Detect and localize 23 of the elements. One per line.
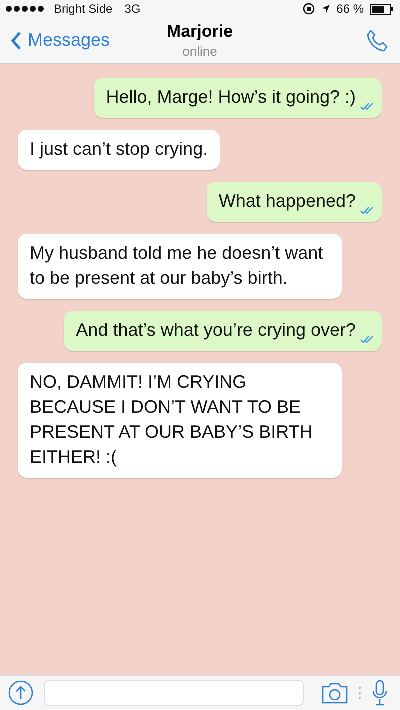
received-message: I just can’t stop crying.: [18, 130, 220, 170]
separator-dots-icon: [358, 686, 362, 700]
location-arrow-icon: [320, 4, 331, 14]
back-button[interactable]: Messages: [10, 30, 110, 51]
chevron-left-icon: [10, 30, 22, 50]
microphone-icon[interactable]: [372, 680, 388, 706]
battery-icon: [370, 4, 394, 14]
received-message: NO, DAMMIT! I’M CRYING BECAUSE I DON’T WANT TO BE PRESENT AT OUR BABY’S BIRTH EITHER! :(: [18, 363, 342, 478]
upload-icon[interactable]: [8, 680, 34, 706]
sent-message: Hello, Marge! How’s it going? :): [94, 78, 382, 118]
carrier-name: Bright Side: [54, 2, 113, 16]
network-type: 3G: [124, 2, 141, 16]
rotation-lock-icon: [302, 3, 315, 15]
received-message: My husband told me he doesn’t want to be present at our baby’s birth.: [18, 234, 342, 299]
sent-message: And that’s what you’re crying over?: [64, 311, 382, 351]
battery-percentage: 66 %: [336, 2, 364, 16]
signal-icon: [6, 6, 44, 12]
contact-status: online: [182, 44, 218, 59]
message-input[interactable]: [44, 680, 304, 706]
sent-message: What happened?: [206, 182, 382, 222]
contact-name: Marjorie: [166, 22, 234, 42]
phone-icon[interactable]: [366, 28, 390, 52]
camera-icon[interactable]: [322, 682, 348, 704]
